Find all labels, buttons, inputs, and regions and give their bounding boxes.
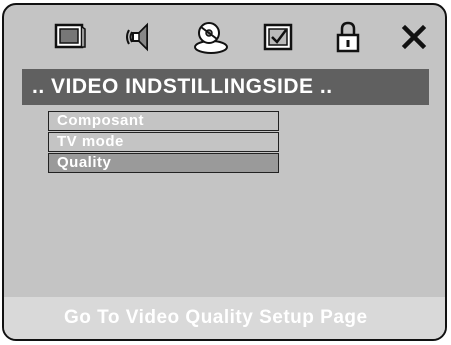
padlock-icon <box>328 17 368 57</box>
menu-item-tv-mode[interactable]: TV mode <box>48 132 279 152</box>
tab-password[interactable] <box>328 17 368 57</box>
tab-bar <box>4 5 445 67</box>
close-icon <box>394 17 434 57</box>
speaker-icon <box>121 17 161 57</box>
page-title: .. VIDEO INDSTILLINGSIDE .. <box>22 69 429 105</box>
video-options-list: Composant TV mode Quality <box>48 111 279 174</box>
monitor-icon <box>50 17 90 57</box>
disc-icon <box>191 17 231 57</box>
status-hint: Go To Video Quality Setup Page <box>4 297 445 339</box>
tab-exit[interactable] <box>394 17 434 57</box>
tab-preference[interactable] <box>259 17 299 57</box>
menu-item-composant[interactable]: Composant <box>48 111 279 131</box>
menu-item-quality[interactable]: Quality <box>48 153 279 173</box>
tab-general[interactable] <box>50 17 90 57</box>
checkbox-icon <box>259 17 299 57</box>
tab-audio[interactable] <box>121 17 161 57</box>
tab-video[interactable] <box>191 17 231 57</box>
setup-menu-panel: .. VIDEO INDSTILLINGSIDE .. Composant TV… <box>2 3 447 341</box>
